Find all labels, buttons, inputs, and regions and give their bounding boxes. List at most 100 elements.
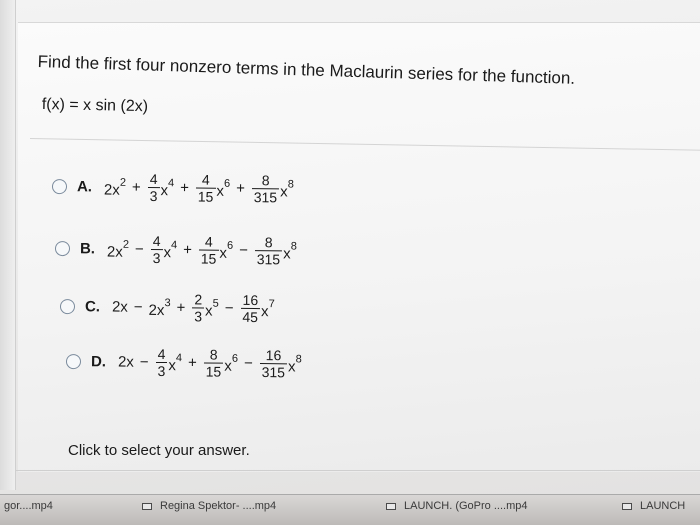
term-base: x xyxy=(205,302,213,320)
operator: + xyxy=(236,179,245,198)
term: x4 xyxy=(168,352,182,374)
term: x6 xyxy=(224,352,238,374)
taskbar-item[interactable]: LAUNCH. (GoPro ....mp4 xyxy=(386,500,527,512)
term-exponent: 6 xyxy=(231,352,239,365)
fraction-numerator: 2 xyxy=(194,291,203,308)
term-exponent: 4 xyxy=(171,238,178,251)
term-exponent: 8 xyxy=(290,239,297,253)
option-letter: D. xyxy=(90,353,107,371)
term-base: x xyxy=(216,182,225,200)
fraction-denominator: 3 xyxy=(192,307,205,325)
panel-bottom-border xyxy=(16,470,700,471)
term: 2x3 xyxy=(148,296,171,319)
fraction-denominator: 15 xyxy=(198,249,219,267)
answer-option-c[interactable]: C. 2x −2x3 +2 3 x5−16 45 x7 xyxy=(59,290,275,326)
option-expression: 2x −4 3 x4 +8 15 x6−16 315 x8 xyxy=(118,346,302,381)
term: x8 xyxy=(288,353,302,375)
fraction: 8 315 xyxy=(251,172,280,206)
term: x4 xyxy=(163,239,177,261)
fraction: 16 315 xyxy=(259,347,288,381)
fraction-numerator: 16 xyxy=(242,291,259,309)
fraction-denominator: 3 xyxy=(150,249,163,267)
operator: + xyxy=(131,178,141,196)
term: 2x xyxy=(118,354,134,371)
operator: − xyxy=(224,299,234,317)
option-expression: 2x2−4 3 x4 +4 15 x6−8 315 x8 xyxy=(107,233,297,268)
radio-button-c[interactable] xyxy=(59,299,76,315)
taskbar-item[interactable]: Regina Spektor- ....mp4 xyxy=(142,500,276,512)
option-letter: A. xyxy=(76,178,93,196)
term: x8 xyxy=(283,240,297,262)
option-letter: C. xyxy=(84,298,101,316)
taskbar-item[interactable]: gor....mp4 xyxy=(4,500,53,512)
fraction: 4 15 xyxy=(195,171,216,205)
term-base: x xyxy=(283,244,291,262)
operator: + xyxy=(183,241,193,259)
option-expression: 2x −2x3 +2 3 x5−16 45 x7 xyxy=(112,291,275,326)
term-base: x xyxy=(163,243,172,261)
term-exponent: 8 xyxy=(295,352,302,365)
answer-option-d[interactable]: D. 2x −4 3 x4 +8 15 x6−16 315 x8 xyxy=(65,345,302,381)
taskbar-item-label: Regina Spektor- ....mp4 xyxy=(160,500,277,512)
screen: Find the first four nonzero terms in the… xyxy=(0,0,700,525)
taskbar: gor....mp4 Regina Spektor- ....mp4 LAUNC… xyxy=(0,494,700,525)
taskbar-item-label: gor....mp4 xyxy=(4,500,53,512)
operator: + xyxy=(180,179,190,197)
fraction-denominator: 315 xyxy=(254,250,283,268)
term-exponent: 2 xyxy=(122,238,130,251)
term-base: x xyxy=(168,356,176,374)
fraction: 43 xyxy=(147,171,160,205)
video-file-icon xyxy=(622,502,632,510)
term: x7 xyxy=(261,298,275,320)
taskbar-item[interactable]: LAUNCH xyxy=(622,500,685,512)
fraction: 23 xyxy=(192,291,205,325)
click-instruction: Click to select your answer. xyxy=(68,442,250,459)
fraction: 16 45 xyxy=(240,291,261,326)
term: x8 xyxy=(280,178,294,200)
fraction-denominator: 315 xyxy=(259,363,288,381)
radio-button-a[interactable] xyxy=(51,179,68,195)
video-file-icon xyxy=(386,502,396,510)
function-definition: f(x) = x sin (2x) xyxy=(41,96,149,116)
term-base: 2x xyxy=(103,181,120,199)
operator: − xyxy=(239,241,248,260)
term-base: x xyxy=(280,182,288,200)
term-exponent: 6 xyxy=(226,239,234,252)
fraction-numerator: 8 xyxy=(209,346,218,363)
fraction-denominator: 15 xyxy=(195,187,216,205)
term-base: 2x xyxy=(148,301,165,319)
operator: − xyxy=(243,354,253,372)
radio-button-b[interactable] xyxy=(54,241,71,257)
taskbar-item-label: LAUNCH. (GoPro ....mp4 xyxy=(404,500,528,512)
term: x4 xyxy=(160,177,174,199)
video-file-icon xyxy=(142,502,152,510)
operator: − xyxy=(133,298,143,316)
fraction-denominator: 3 xyxy=(155,361,168,380)
term-exponent: 3 xyxy=(164,296,171,309)
term-exponent: 7 xyxy=(268,297,275,310)
term-base: 2x xyxy=(117,353,134,371)
term-exponent: 5 xyxy=(212,297,219,310)
term-base: x xyxy=(287,357,296,375)
fraction-denominator: 3 xyxy=(147,187,160,205)
term-exponent: 4 xyxy=(168,176,175,189)
window-left-edge xyxy=(0,0,16,490)
option-expression: 2x2 +4 3 x4 +4 15 x6 +8 315 x8 xyxy=(104,171,294,206)
operator: − xyxy=(139,353,149,371)
fraction-numerator: 4 xyxy=(204,233,213,250)
term-exponent: 6 xyxy=(223,177,231,190)
term-base: x xyxy=(219,244,228,262)
fraction-numerator: 8 xyxy=(264,234,273,251)
fraction-numerator: 4 xyxy=(201,171,210,188)
term-exponent: 8 xyxy=(287,177,294,191)
operator: + xyxy=(187,354,197,372)
fraction: 8 315 xyxy=(254,234,283,268)
term-exponent: 4 xyxy=(175,351,183,364)
term: x5 xyxy=(205,297,219,319)
answer-option-b[interactable]: B. 2x2−4 3 x4 +4 15 x6−8 315 x8 xyxy=(54,232,297,268)
answer-option-a[interactable]: A. 2x2 +4 3 x4 +4 15 x6 +8 315 x8 xyxy=(51,170,294,206)
term-base: x xyxy=(160,181,169,199)
fraction-numerator: 8 xyxy=(261,172,270,189)
radio-button-d[interactable] xyxy=(65,354,82,370)
taskbar-item-label: LAUNCH xyxy=(640,500,686,512)
